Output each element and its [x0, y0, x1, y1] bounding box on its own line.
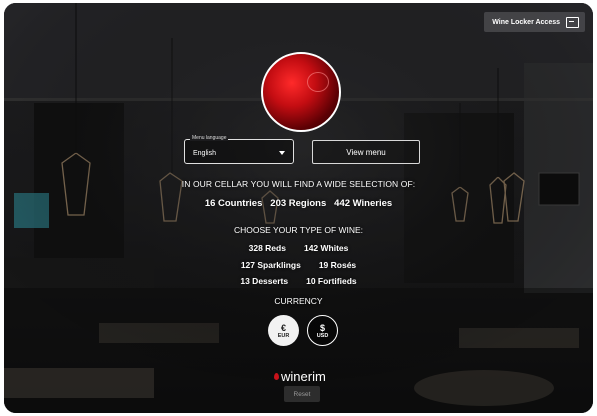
cellar-intro-text: IN OUR CELLAR YOU WILL FIND A WIDE SELEC…: [181, 179, 416, 189]
countries-count[interactable]: 16 Countries: [205, 198, 263, 209]
reset-button[interactable]: Reset: [284, 386, 320, 402]
currency-label: CURRENCY: [274, 296, 323, 306]
winerim-brand: winerim: [274, 369, 326, 384]
euro-icon: €: [280, 322, 286, 333]
wine-type-desserts[interactable]: 13 Desserts: [240, 276, 288, 286]
restaurant-logo: [261, 52, 341, 132]
chevron-down-icon: [279, 151, 285, 155]
wine-type-roses[interactable]: 19 Rosés: [319, 260, 356, 270]
view-menu-button[interactable]: View menu: [312, 140, 420, 164]
wine-type-row: 13 Desserts 10 Fortifieds: [0, 276, 597, 286]
currency-eur-label: EUR: [277, 332, 290, 339]
menu-language-select[interactable]: Menu language English: [184, 135, 294, 164]
wine-locker-access-button[interactable]: Wine Locker Access: [484, 12, 585, 32]
wine-glass-logo-icon: [307, 72, 329, 92]
menu-language-legend: Menu language: [190, 135, 229, 141]
choose-type-heading: CHOOSE YOUR TYPE OF WINE:: [233, 225, 364, 235]
exit-door-icon: [566, 16, 579, 28]
wine-type-reds[interactable]: 328 Reds: [249, 243, 286, 253]
menu-language-value: English: [193, 150, 216, 157]
wine-type-fortifieds[interactable]: 10 Fortifieds: [306, 276, 357, 286]
wine-type-whites[interactable]: 142 Whites: [304, 243, 348, 253]
dollar-icon: $: [319, 322, 325, 333]
currency-selector: € EUR $ USD: [268, 315, 338, 346]
currency-eur-button[interactable]: € EUR: [268, 315, 299, 346]
wine-locker-access-label: Wine Locker Access: [492, 18, 560, 26]
wine-type-row: 127 Sparklings 19 Rosés: [0, 260, 597, 270]
brand-name: winerim: [281, 369, 326, 384]
cellar-stats: 16 Countries 203 Regions 442 Wineries: [0, 198, 597, 209]
regions-count[interactable]: 203 Regions: [270, 198, 326, 209]
wine-type-sparklings[interactable]: 127 Sparklings: [241, 260, 301, 270]
winerim-logo-icon: [274, 373, 279, 380]
wine-type-row: 328 Reds 142 Whites: [0, 243, 597, 253]
currency-usd-label: USD: [316, 332, 329, 339]
wineries-count[interactable]: 442 Wineries: [334, 198, 392, 209]
currency-usd-button[interactable]: $ USD: [307, 315, 338, 346]
